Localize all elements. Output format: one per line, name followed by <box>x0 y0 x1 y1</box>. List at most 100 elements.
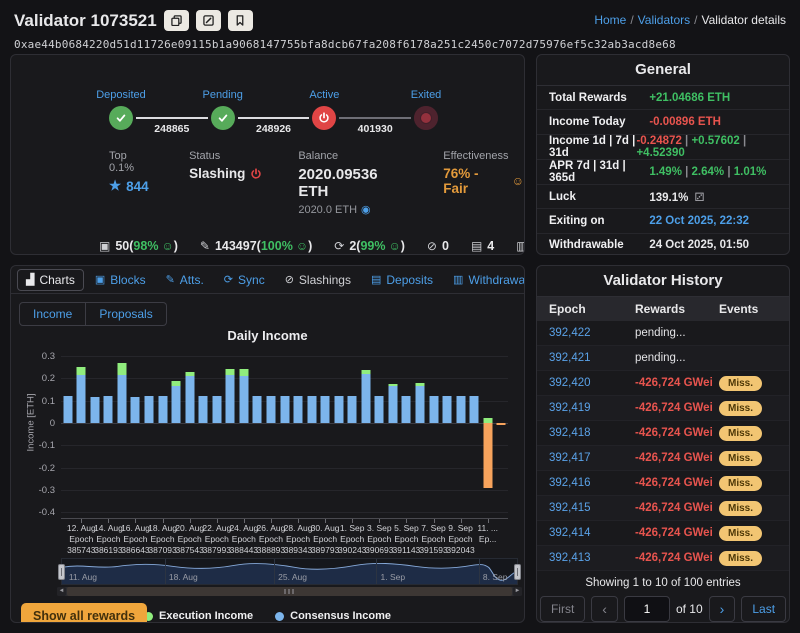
lifecycle-active-node[interactable]: Active <box>312 106 336 130</box>
epoch-link[interactable]: 392,413 <box>549 552 635 564</box>
chart-bar[interactable] <box>145 396 154 423</box>
history-row[interactable]: 392,415-426,724 GWeiMiss. <box>537 496 789 521</box>
chart-bar[interactable] <box>443 396 452 423</box>
epoch-link[interactable]: 392,419 <box>549 402 635 414</box>
chart-bar[interactable] <box>131 397 140 423</box>
chart-bar[interactable] <box>348 396 357 423</box>
history-row[interactable]: 392,417-426,724 GWeiMiss. <box>537 446 789 471</box>
first-page-button[interactable]: First <box>540 596 585 622</box>
epoch-link[interactable]: 392,418 <box>549 427 635 439</box>
chart-bar[interactable] <box>294 396 303 423</box>
edit-button[interactable] <box>196 10 221 31</box>
chart-bar[interactable] <box>239 376 248 423</box>
chart-bar[interactable] <box>483 423 492 488</box>
scroll-left-arrow-icon[interactable]: ◄ <box>57 587 66 596</box>
lifecycle-pending-node[interactable]: Pending <box>211 106 235 130</box>
proposals-button[interactable]: Proposals <box>86 302 166 326</box>
rank-value[interactable]: 844 <box>126 179 149 194</box>
epoch-link[interactable]: 392,421 <box>549 352 635 364</box>
legend-item[interactable]: Consensus Income <box>275 610 391 622</box>
history-row[interactable]: 392,413-426,724 GWeiMiss. <box>537 546 789 571</box>
tab-sync[interactable]: ⟳Sync <box>215 269 274 291</box>
navigator-handle-left[interactable] <box>58 564 65 580</box>
last-page-button[interactable]: Last <box>741 596 786 622</box>
tab-withdrawals[interactable]: ▥Withdrawals <box>444 269 525 291</box>
chart-bar[interactable] <box>456 396 465 423</box>
copy-button[interactable] <box>164 10 189 31</box>
epoch-link[interactable]: 392,422 <box>549 327 635 339</box>
chart-navigator[interactable]: 11. Aug18. Aug25. Aug1. Sep8. Sep <box>61 558 518 585</box>
navigator-handle-right[interactable] <box>514 564 521 580</box>
history-row[interactable]: 392,416-426,724 GWeiMiss. <box>537 471 789 496</box>
show-all-rewards-button[interactable]: Show all rewards <box>21 603 147 623</box>
lifecycle-deposited-node[interactable]: Deposited <box>109 106 133 130</box>
chart-bar[interactable] <box>77 367 86 375</box>
chart-bar[interactable] <box>212 396 221 423</box>
chart-bar[interactable] <box>307 396 316 423</box>
tab-deposits[interactable]: ▤Deposits <box>362 269 442 291</box>
prev-page-button[interactable]: ‹ <box>591 596 618 622</box>
lifecycle-deposited-label[interactable]: Deposited <box>96 89 146 101</box>
chart-bar[interactable] <box>199 396 208 423</box>
counter-blocks[interactable]: ▣50(98% ☺) <box>99 239 178 253</box>
next-page-button[interactable]: › <box>709 596 736 622</box>
chart-bar[interactable] <box>226 369 235 375</box>
chart-bar[interactable] <box>239 369 248 376</box>
breadcrumb-home-link[interactable]: Home <box>594 13 626 27</box>
chart-bar[interactable] <box>266 396 275 423</box>
chart-bar[interactable] <box>280 396 289 423</box>
chart-bar[interactable] <box>172 386 181 423</box>
epoch-link[interactable]: 392,420 <box>549 377 635 389</box>
counter-withdrawals[interactable]: ▥59 <box>516 239 525 253</box>
chart-bar[interactable] <box>497 423 506 425</box>
legend-item[interactable]: Execution Income <box>144 610 253 622</box>
chart-bar[interactable] <box>253 396 262 423</box>
chart-bar[interactable] <box>388 386 397 423</box>
chart-bar[interactable] <box>375 396 384 423</box>
chart-bar[interactable] <box>158 396 167 423</box>
currency-toggle-icon[interactable]: ◉ <box>361 203 371 216</box>
history-row[interactable]: 392,418-426,724 GWeiMiss. <box>537 421 789 446</box>
counter-slashings[interactable]: ⊘0 <box>427 239 449 253</box>
chart-bar[interactable] <box>321 396 330 423</box>
tab-charts[interactable]: ▟Charts <box>17 269 84 291</box>
counter-deposits[interactable]: ▤4 <box>471 239 494 253</box>
counter-sync[interactable]: ⟳2 (99% ☺) <box>334 239 405 253</box>
chart-bar[interactable] <box>117 375 126 423</box>
epoch-link[interactable]: 392,414 <box>549 527 635 539</box>
chart-bar[interactable] <box>361 370 370 373</box>
chart-bar[interactable] <box>63 396 72 423</box>
counter-attestations[interactable]: ✎143497(100% ☺) <box>200 239 312 253</box>
chart-bar[interactable] <box>402 396 411 423</box>
lifecycle-exited-node[interactable]: Exited <box>414 106 438 130</box>
chart-bar[interactable] <box>415 386 424 423</box>
chart-bar[interactable] <box>470 396 479 423</box>
chart-bar[interactable] <box>388 384 397 386</box>
epoch-link[interactable]: 392,416 <box>549 477 635 489</box>
history-row[interactable]: 392,422pending... <box>537 321 789 346</box>
chart-bar[interactable] <box>185 372 194 376</box>
history-row[interactable]: 392,419-426,724 GWeiMiss. <box>537 396 789 421</box>
page-input[interactable] <box>624 596 670 622</box>
chart-bar[interactable] <box>361 374 370 423</box>
chart-bar[interactable] <box>90 397 99 423</box>
chart-bar[interactable] <box>185 376 194 423</box>
history-row[interactable]: 392,414-426,724 GWeiMiss. <box>537 521 789 546</box>
epoch-link[interactable]: 392,417 <box>549 452 635 464</box>
epoch-link[interactable]: 392,415 <box>549 502 635 514</box>
lifecycle-pending-label[interactable]: Pending <box>202 89 242 101</box>
chart-bar[interactable] <box>226 375 235 423</box>
scrollbar-thumb[interactable] <box>67 587 512 596</box>
chart-bar[interactable] <box>117 363 126 375</box>
history-row[interactable]: 392,421pending... <box>537 346 789 371</box>
lifecycle-active-label[interactable]: Active <box>309 89 339 101</box>
lifecycle-exited-label[interactable]: Exited <box>411 89 442 101</box>
tab-blocks[interactable]: ▣Blocks <box>86 269 155 291</box>
chart-bar[interactable] <box>334 396 343 423</box>
chart-scrollbar[interactable]: ◄ ► <box>57 587 522 596</box>
tab-slashings[interactable]: ⊘Slashings <box>276 269 360 291</box>
chart-bar[interactable] <box>415 383 424 386</box>
history-row[interactable]: 392,420-426,724 GWeiMiss. <box>537 371 789 396</box>
breadcrumb-validators-link[interactable]: Validators <box>638 13 690 27</box>
bookmark-button[interactable] <box>228 10 253 31</box>
